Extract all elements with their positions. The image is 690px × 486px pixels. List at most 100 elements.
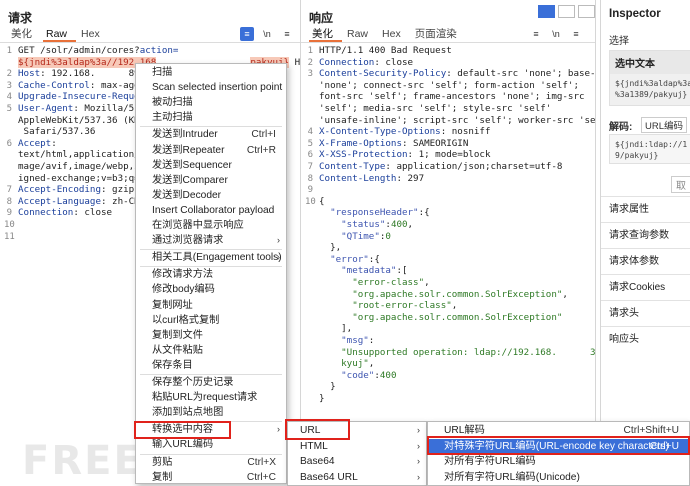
code-token: action= [139,45,179,56]
cancel-button[interactable]: 取 [671,176,690,193]
newline-icon[interactable]: \n [260,27,274,41]
response-tab-raw[interactable]: Raw [344,28,377,42]
menu-item[interactable]: 在浏览器中显示响应 [136,218,286,233]
code-line: kyuj", [301,358,595,370]
layout-stacked-icon[interactable] [558,5,575,18]
menu-item[interactable]: 发送到Comparer [136,173,286,188]
menu-item[interactable]: Insert Collaborator payload [136,203,286,218]
code-token: Accept [18,137,52,149]
menu-item[interactable]: 转换选中内容 › [136,422,286,437]
menu-item[interactable]: 复制 Ctrl+C [136,470,286,485]
line-number: 9 [307,185,313,196]
menu-item[interactable]: 保存整个历史记录 [136,375,286,390]
menu-item-label: 保存整个历史记录 [152,377,234,388]
code-token: X-XSS-Protection [319,149,408,161]
code-text: font-src 'self'; frame-ancestors 'none';… [319,91,585,103]
inspector-row[interactable]: 请求属性 [601,196,690,222]
inspector-row[interactable]: 响应头 [601,326,690,352]
code-token: : 297 [396,172,425,184]
request-tab-pretty[interactable]: 美化 [8,28,41,42]
inspector-row[interactable]: 请求体参数 [601,248,690,274]
code-text: kyuj", [319,358,374,370]
menu-item[interactable]: 复制到文件 [136,328,286,343]
menu-item-label: Scan selected insertion point [152,82,283,94]
menu-item[interactable]: HTML › [288,439,426,454]
menu-item[interactable]: 保存条目 [136,358,286,373]
menu-item[interactable]: 修改body编码 [136,282,286,297]
menu-item[interactable]: URL › [288,423,426,438]
menu-item-label: 保存条目 [152,359,193,371]
code-token: : [51,137,57,149]
code-line: ], [301,323,595,335]
code-text: "org.apache.solr.common.SolrException" [319,312,562,324]
request-tab-raw[interactable]: Raw [43,28,77,42]
menu-item[interactable]: 粘贴URL为request请求 [136,390,286,405]
menu-item[interactable]: 相关工具(Engagement tools) › [136,250,286,265]
inspector-row[interactable]: 请求查询参数 [601,222,690,248]
menu-item[interactable]: Scan selected insertion point [136,80,286,95]
code-text: 'self'; media-src 'self'; style-src 'sel… [319,103,551,115]
code-token: : close [73,207,113,219]
menu-item[interactable]: URL解码 Ctrl+Shift+U [428,423,689,438]
menu-item[interactable]: 发送到Intruder Ctrl+I [136,127,286,142]
shortcut-label: Ctrl+R [246,144,276,156]
code-token: :{ [418,207,430,219]
code-line: 'unsafe-inline'; script-src 'self'; work… [301,115,595,127]
menu-item[interactable]: 剪贴 Ctrl+X [136,455,286,470]
code-text: text/html,application/xh [18,149,151,161]
code-line: }, [301,242,595,254]
code-line: "responseHeader":{ [301,207,595,219]
inspector-row[interactable]: 请求头 [601,300,690,326]
menu-item[interactable]: 输入URL编码 [136,437,286,452]
response-tab-hex[interactable]: Hex [379,28,410,42]
code-token: 400 [390,219,408,230]
menu-item[interactable]: 复制网址 [136,298,286,313]
request-tab-hex[interactable]: Hex [78,28,109,42]
response-tab-render[interactable]: 页面渲染 [412,28,466,42]
code-line: 9 [301,184,595,196]
wrap-lines-icon[interactable]: ≡ [240,27,254,41]
code-token: font-src 'self'; frame-ancestors 'none';… [319,91,585,103]
menu-item[interactable]: 发送到Repeater Ctrl+R [136,143,286,158]
menu-item[interactable]: 扫描 [136,65,286,80]
menu-item[interactable]: 对所有字符URL编码(Unicode) [428,470,689,485]
shortcut-label: Ctrl+Shift+U [623,425,679,436]
code-token: "root-error-class" [319,300,452,312]
code-token: "error" [319,253,369,265]
code-token: : default-src 'none'; base-uri [446,68,596,80]
line-number: 7 [307,162,313,172]
response-tab-pretty[interactable]: 美化 [309,28,342,42]
line-number: 3 [6,80,12,91]
menu-item[interactable]: 从文件粘贴 [136,343,286,358]
menu-item[interactable]: 通过浏览器请求 › [136,233,286,248]
menu-item[interactable]: 主动扫描 [136,110,286,125]
menu-item[interactable]: 对特殊字符URL编码(URL-encode key characters) Ctr… [428,438,689,454]
line-number: 2 [307,57,313,68]
decode-select[interactable]: URL编码 [641,117,688,133]
code-token: }, [319,242,342,254]
menu-icon[interactable]: ≡ [280,27,294,41]
response-editor[interactable]: 1 HTTP/1.1 400 Bad Request 2 Connection: cl… [301,44,595,486]
menu-item[interactable]: 修改请求方法 [136,267,286,282]
wrap-lines-icon[interactable]: ≡ [529,27,543,41]
newline-icon[interactable]: \n [549,27,563,41]
menu-item[interactable]: Base64 › [288,454,426,469]
line-number: 4 [6,92,12,103]
menu-item[interactable]: 发送到Decoder [136,188,286,203]
inspector-row[interactable]: 请求Cookies [601,274,690,300]
code-text: Upgrade-Insecure-Request [18,91,151,103]
menu-item[interactable]: Base64 URL › [288,470,426,485]
menu-item[interactable]: 以curl格式复制 [136,313,286,328]
menu-icon[interactable]: ≡ [569,27,583,41]
menu-item[interactable]: 对所有字符URL编码 [428,454,689,469]
menu-item[interactable]: 发送到Sequencer [136,158,286,173]
code-line: "root-error-class", [301,300,595,312]
menu-item[interactable]: 添加到站点地图 [136,405,286,420]
menu-item-label: 粘贴URL为request请求 [152,392,258,404]
code-text: Content-Length: 297 [319,173,424,185]
layout-side-by-side-icon[interactable] [538,5,555,18]
menu-item-label: 发送到Repeater [152,144,225,156]
menu-item[interactable]: 被动扫描 [136,95,286,110]
chevron-right-icon: › [417,425,420,435]
layout-tabs-icon[interactable] [578,5,595,18]
